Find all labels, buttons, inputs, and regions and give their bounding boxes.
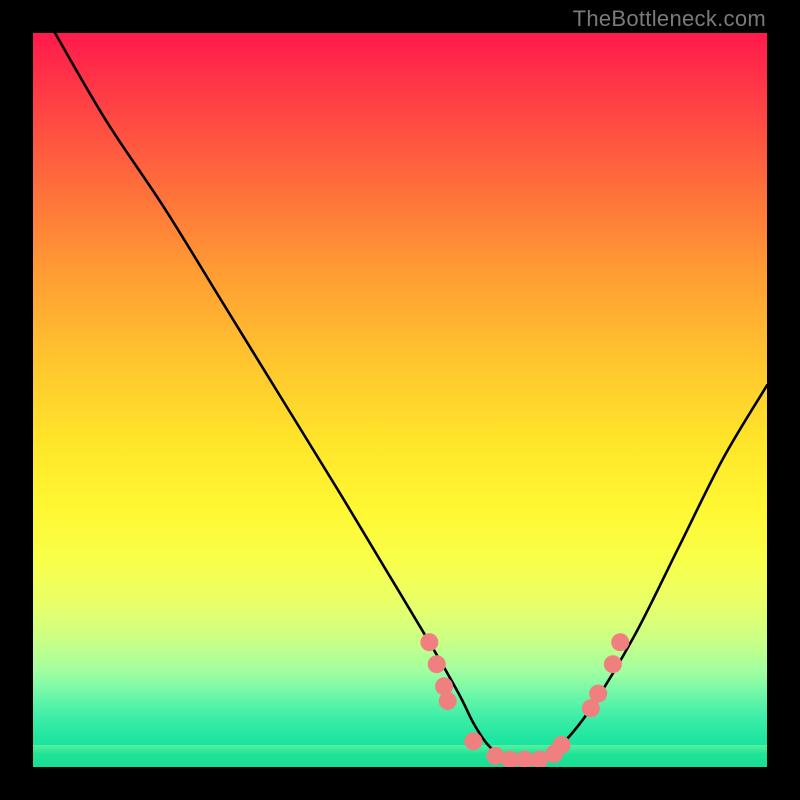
highlight-point [611,633,629,651]
bottleneck-curve [55,33,767,760]
chart-svg [33,33,767,767]
chart-frame: TheBottleneck.com [0,0,800,800]
highlight-point [589,685,607,703]
highlight-point [428,655,446,673]
highlight-point [552,736,570,754]
plot-area [33,33,767,767]
highlight-points [420,633,629,767]
watermark-label: TheBottleneck.com [573,6,766,32]
highlight-point [464,732,482,750]
highlight-point [420,633,438,651]
highlight-point [604,655,622,673]
highlight-point [439,692,457,710]
